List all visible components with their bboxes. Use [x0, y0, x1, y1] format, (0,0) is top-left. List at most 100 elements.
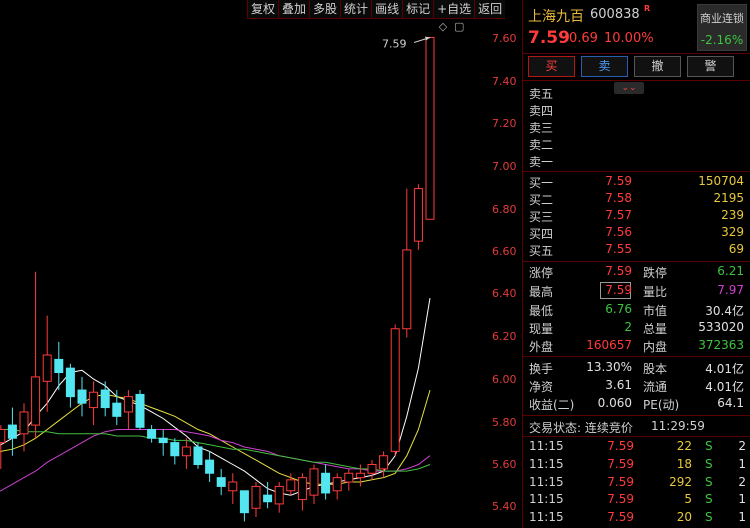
separator — [523, 356, 750, 357]
bid-label: 买二 — [529, 193, 554, 207]
tick-price: 7.59 — [607, 510, 634, 524]
candle-body — [413, 188, 423, 242]
sector-change-pct: -2.16% — [700, 33, 744, 47]
price-change-pct: 10.00% — [604, 31, 654, 46]
ask-label: 卖四 — [529, 104, 554, 118]
tick-time: 11:15 — [529, 475, 564, 489]
tick-volume: 292 — [669, 475, 692, 489]
ask-label: 卖一 — [529, 155, 554, 169]
candle-body — [147, 428, 157, 439]
cancel-order-button[interactable]: 撤 — [634, 56, 681, 77]
candle-body — [239, 490, 249, 514]
total-volume-value: 533020 — [698, 320, 744, 334]
current-volume-value: 2 — [624, 320, 632, 334]
price-alert-button[interactable]: 警 — [687, 56, 734, 77]
candle-body — [123, 396, 133, 413]
kline-chart[interactable]: 7.59 — [0, 0, 522, 528]
diamond-icon[interactable]: ◇ — [438, 21, 448, 33]
candle-body — [42, 354, 52, 382]
toolbar-stats-button[interactable]: 统计 — [340, 0, 371, 19]
toolbar-back-button[interactable]: 返回 — [474, 0, 505, 19]
bid-price: 7.56 — [605, 225, 632, 239]
candle-body — [65, 367, 75, 398]
buy-button[interactable]: 买 — [528, 56, 575, 77]
candle-body — [321, 472, 331, 494]
bid-volume: 329 — [721, 225, 744, 239]
toolbar-overlay-button[interactable]: 叠加 — [278, 0, 309, 19]
last-price: 7.59 — [528, 28, 570, 48]
tick-price: 7.59 — [607, 457, 634, 471]
bid-volume: 239 — [721, 208, 744, 222]
tick-side: S — [705, 492, 713, 506]
limit-up-value: 7.59 — [605, 264, 632, 278]
high-marker-label: 7.59 — [382, 38, 407, 51]
tick-time: 11:15 — [529, 457, 564, 471]
ask-label: 卖五 — [529, 87, 554, 101]
sector-box[interactable]: 商业连锁 -2.16% — [697, 4, 747, 51]
price-axis-label: 6.40 — [492, 287, 517, 300]
toolbar-fuquan-button[interactable]: 复权 — [247, 0, 278, 19]
candle-body — [274, 485, 284, 505]
tick-count: 1 — [738, 510, 746, 524]
price-axis-label: 7.60 — [492, 32, 517, 45]
kline-chart-area[interactable]: 7.59 复权 叠加 多股 统计 画线 标记 +自选 返回 ◇ ▢ 7.60 7… — [0, 0, 522, 528]
bid-volume: 69 — [728, 242, 744, 256]
trade-buttons: 买 卖 撤 警 — [528, 56, 734, 77]
tick-price: 7.59 — [607, 439, 634, 453]
float-shares-value: 4.01亿 — [705, 380, 744, 394]
rongzi-badge: R — [644, 4, 651, 13]
net-assets-value: 3.61 — [605, 378, 632, 392]
tick-volume: 18 — [676, 457, 692, 471]
trading-status-time: 11:29:59 — [651, 419, 705, 433]
volume-ratio-value: 7.97 — [717, 283, 744, 297]
net-assets-label: 净资 — [529, 380, 554, 394]
tick-volume: 22 — [676, 439, 692, 453]
toolbar-add-watchlist-button[interactable]: +自选 — [433, 0, 474, 19]
pe-value: 64.1 — [717, 396, 744, 410]
tick-volume: 5 — [684, 492, 692, 506]
candle-body — [181, 446, 191, 457]
candle-body — [425, 37, 435, 220]
bid-label: 买一 — [529, 176, 554, 190]
bid-price: 7.55 — [605, 242, 632, 256]
outer-volume-label: 外盘 — [529, 340, 554, 354]
moving-average-line — [0, 429, 431, 472]
candle-body — [263, 494, 273, 503]
equity-value: 4.01亿 — [705, 362, 744, 376]
candle-body — [355, 472, 365, 479]
tick-time: 11:15 — [529, 439, 564, 453]
chart-toolbar: 复权 叠加 多股 统计 画线 标记 +自选 返回 — [247, 0, 506, 19]
tick-side: S — [705, 475, 713, 489]
candle-body — [390, 328, 400, 452]
separator — [523, 171, 750, 172]
candle-body — [19, 411, 29, 435]
bid-label: 买五 — [529, 244, 554, 258]
limit-up-label: 涨停 — [529, 266, 554, 280]
candle-body — [77, 389, 87, 404]
tick-price: 7.59 — [607, 475, 634, 489]
toolbar-mark-button[interactable]: 标记 — [402, 0, 433, 19]
candle-body — [158, 437, 168, 444]
candle-body — [286, 479, 296, 492]
bid-volume: 150704 — [698, 174, 744, 188]
quote-panel: 上海九百 600838 R 7.59 0.69 10.00% 商业连锁 -2.1… — [523, 0, 750, 528]
window-icon[interactable]: ▢ — [454, 21, 464, 33]
toolbar-multi-stock-button[interactable]: 多股 — [309, 0, 340, 19]
eps-value: 0.060 — [597, 396, 632, 410]
bid-price: 7.59 — [605, 174, 632, 188]
price-change: 0.69 — [569, 31, 598, 46]
toolbar-draw-line-button[interactable]: 画线 — [371, 0, 402, 19]
low-label: 最低 — [529, 304, 554, 318]
price-axis-label: 7.20 — [492, 117, 517, 130]
candle-body — [216, 477, 226, 487]
candle-body — [89, 391, 99, 409]
candle-body — [297, 477, 307, 501]
candle-body — [193, 446, 203, 465]
price-axis-label: 6.20 — [492, 330, 517, 343]
inner-volume-value: 372363 — [698, 338, 744, 352]
trading-status-label: 交易状态: 连续竞价 — [529, 421, 633, 435]
turnover-label: 换手 — [529, 362, 554, 376]
candle-body — [100, 389, 110, 409]
sell-button[interactable]: 卖 — [581, 56, 628, 77]
chevron-down-icon[interactable]: ⌄⌄ — [614, 82, 644, 94]
